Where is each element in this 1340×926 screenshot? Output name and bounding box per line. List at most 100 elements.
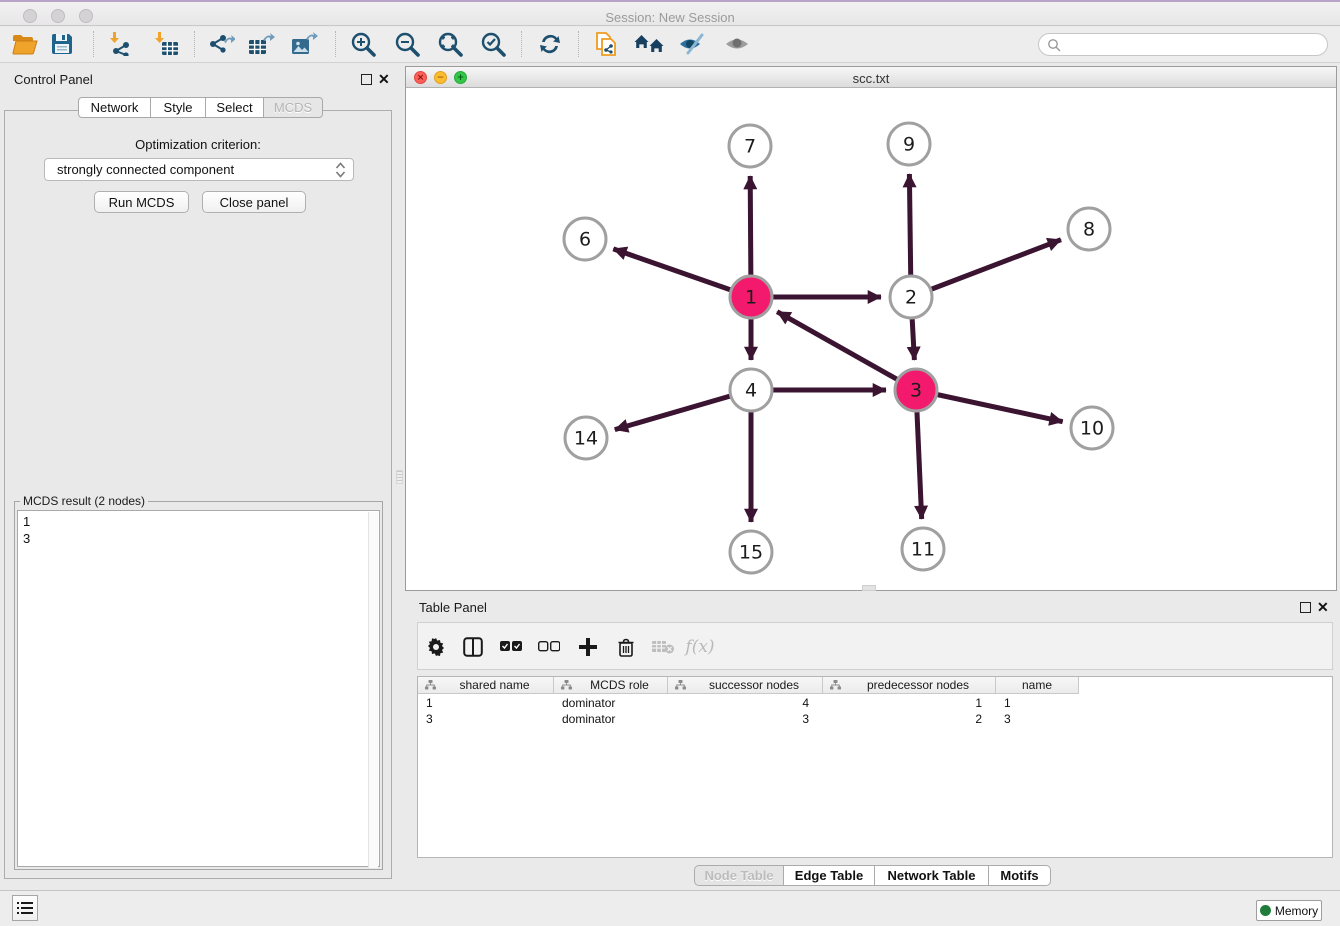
table-close-icon[interactable]: ✕ [1317,599,1329,616]
zoom-selected-icon[interactable] [478,30,508,58]
tab-mcds[interactable]: MCDS [264,97,323,118]
import-network-icon[interactable] [106,30,136,58]
export-table-icon[interactable] [247,30,277,58]
table-cell[interactable]: dominator [554,710,668,726]
network-graph[interactable]: 7968124314101511 [406,88,1336,590]
graph-node-label: 3 [910,380,922,402]
table-header-row: shared nameMCDS rolesuccessor nodesprede… [418,677,1332,694]
run-mcds-button[interactable]: Run MCDS [94,191,189,213]
column-header-name[interactable]: name [996,677,1079,694]
node-table: shared nameMCDS rolesuccessor nodesprede… [417,676,1333,858]
show-eye-icon[interactable] [722,30,752,58]
table-cell[interactable]: 2 [823,710,996,726]
table-cell[interactable]: 3 [996,710,1079,726]
column-header-successor-nodes[interactable]: successor nodes [668,677,823,694]
tab-network[interactable]: Network [78,97,151,118]
table-row[interactable]: 1dominator411 [418,694,1332,710]
tab-select[interactable]: Select [206,97,264,118]
toolbar-divider [194,31,195,57]
table-float-icon[interactable] [1300,602,1311,613]
table-cell[interactable]: 3 [668,710,823,726]
horizontal-splitter[interactable] [862,585,876,591]
deselect-all-icon[interactable] [534,634,564,660]
clone-network-icon[interactable] [591,30,621,58]
table-tab-network-table[interactable]: Network Table [875,865,989,886]
zoom-in-icon[interactable] [348,30,378,58]
table-cell[interactable]: 1 [996,694,1079,710]
toolbar-divider [93,31,94,57]
select-stepper-icon [334,161,347,179]
network-window: × − + scc.txt 7968124314101511 [405,66,1337,591]
table-panel-title: Table Panel [419,600,487,615]
graph-node-label: 4 [745,380,757,402]
graph-edge-3-10[interactable] [916,390,1063,422]
table-cell[interactable]: 4 [668,694,823,710]
graph-edge-2-8[interactable] [911,240,1061,297]
toolbar-divider [521,31,522,57]
zoom-out-icon[interactable] [392,30,422,58]
column-header-predecessor-nodes[interactable]: predecessor nodes [823,677,996,694]
graph-node-label: 2 [905,287,917,309]
graph-node-label: 14 [574,428,598,450]
graph-node-label: 15 [739,542,763,564]
mcds-result-item[interactable]: 3 [23,530,379,547]
export-network-icon[interactable] [206,30,236,58]
table-cell[interactable]: 3 [418,710,554,726]
memory-button[interactable]: Memory [1256,900,1322,921]
import-table-icon[interactable] [151,30,181,58]
tab-style[interactable]: Style [151,97,206,118]
table-settings-icon[interactable] [421,634,451,660]
close-panel-icon[interactable]: ✕ [378,71,390,88]
graph-node-label: 8 [1083,219,1095,241]
graph-node-label: 11 [911,539,935,561]
table-cell[interactable]: 1 [418,694,554,710]
criterion-select[interactable]: strongly connected component [44,158,354,181]
memory-label: Memory [1275,904,1318,918]
delete-table-icon[interactable] [648,634,678,660]
export-image-icon[interactable] [290,30,320,58]
table-cell[interactable]: 1 [823,694,996,710]
control-panel-title: Control Panel [14,72,93,87]
mcds-result-title: MCDS result (2 nodes) [20,494,148,508]
optimization-label: Optimization criterion: [4,137,392,152]
control-panel-tabs: NetworkStyleSelectMCDS [78,97,323,118]
toolbar-divider [335,31,336,57]
table-cell[interactable]: dominator [554,694,668,710]
home-networks-icon[interactable] [634,30,664,58]
refresh-icon[interactable] [535,30,565,58]
column-header-shared-name[interactable]: shared name [418,677,554,694]
toolbar-divider [578,31,579,57]
table-row[interactable]: 3dominator323 [418,710,1332,726]
mcds-result-item[interactable]: 1 [23,513,379,530]
function-builder-icon: f(x) [685,634,715,660]
graph-node-label: 6 [579,229,591,251]
open-file-icon[interactable] [10,30,40,58]
status-bar [0,890,1340,926]
network-window-title: scc.txt [406,71,1336,86]
result-scrollbar[interactable] [368,512,378,868]
table-tab-edge-table[interactable]: Edge Table [784,865,875,886]
float-panel-icon[interactable] [361,74,372,85]
table-tab-node-table[interactable]: Node Table [694,865,784,886]
criterion-value: strongly connected component [57,162,234,177]
task-list-button[interactable] [12,895,38,921]
close-panel-button[interactable]: Close panel [202,191,306,213]
add-column-icon[interactable] [573,634,603,660]
select-all-icon[interactable] [496,634,526,660]
network-window-titlebar: × − + scc.txt [406,67,1336,88]
mcds-result-group: MCDS result (2 nodes) 13 [14,494,383,870]
save-icon[interactable] [47,30,77,58]
search-input[interactable] [1038,33,1328,56]
table-columns-icon[interactable] [458,634,488,660]
column-header-MCDS-role[interactable]: MCDS role [554,677,668,694]
table-tab-motifs[interactable]: Motifs [989,865,1051,886]
table-tabs: Node TableEdge TableNetwork TableMotifs [694,865,1051,886]
hide-selected-icon[interactable] [677,30,707,58]
graph-node-label: 1 [745,287,757,309]
vertical-splitter[interactable] [396,470,403,484]
graph-edge-3-1[interactable] [777,312,916,390]
mcds-result-list[interactable]: 13 [17,510,380,867]
zoom-fit-icon[interactable] [435,30,465,58]
graph-node-label: 9 [903,134,915,156]
delete-column-icon[interactable] [611,634,641,660]
